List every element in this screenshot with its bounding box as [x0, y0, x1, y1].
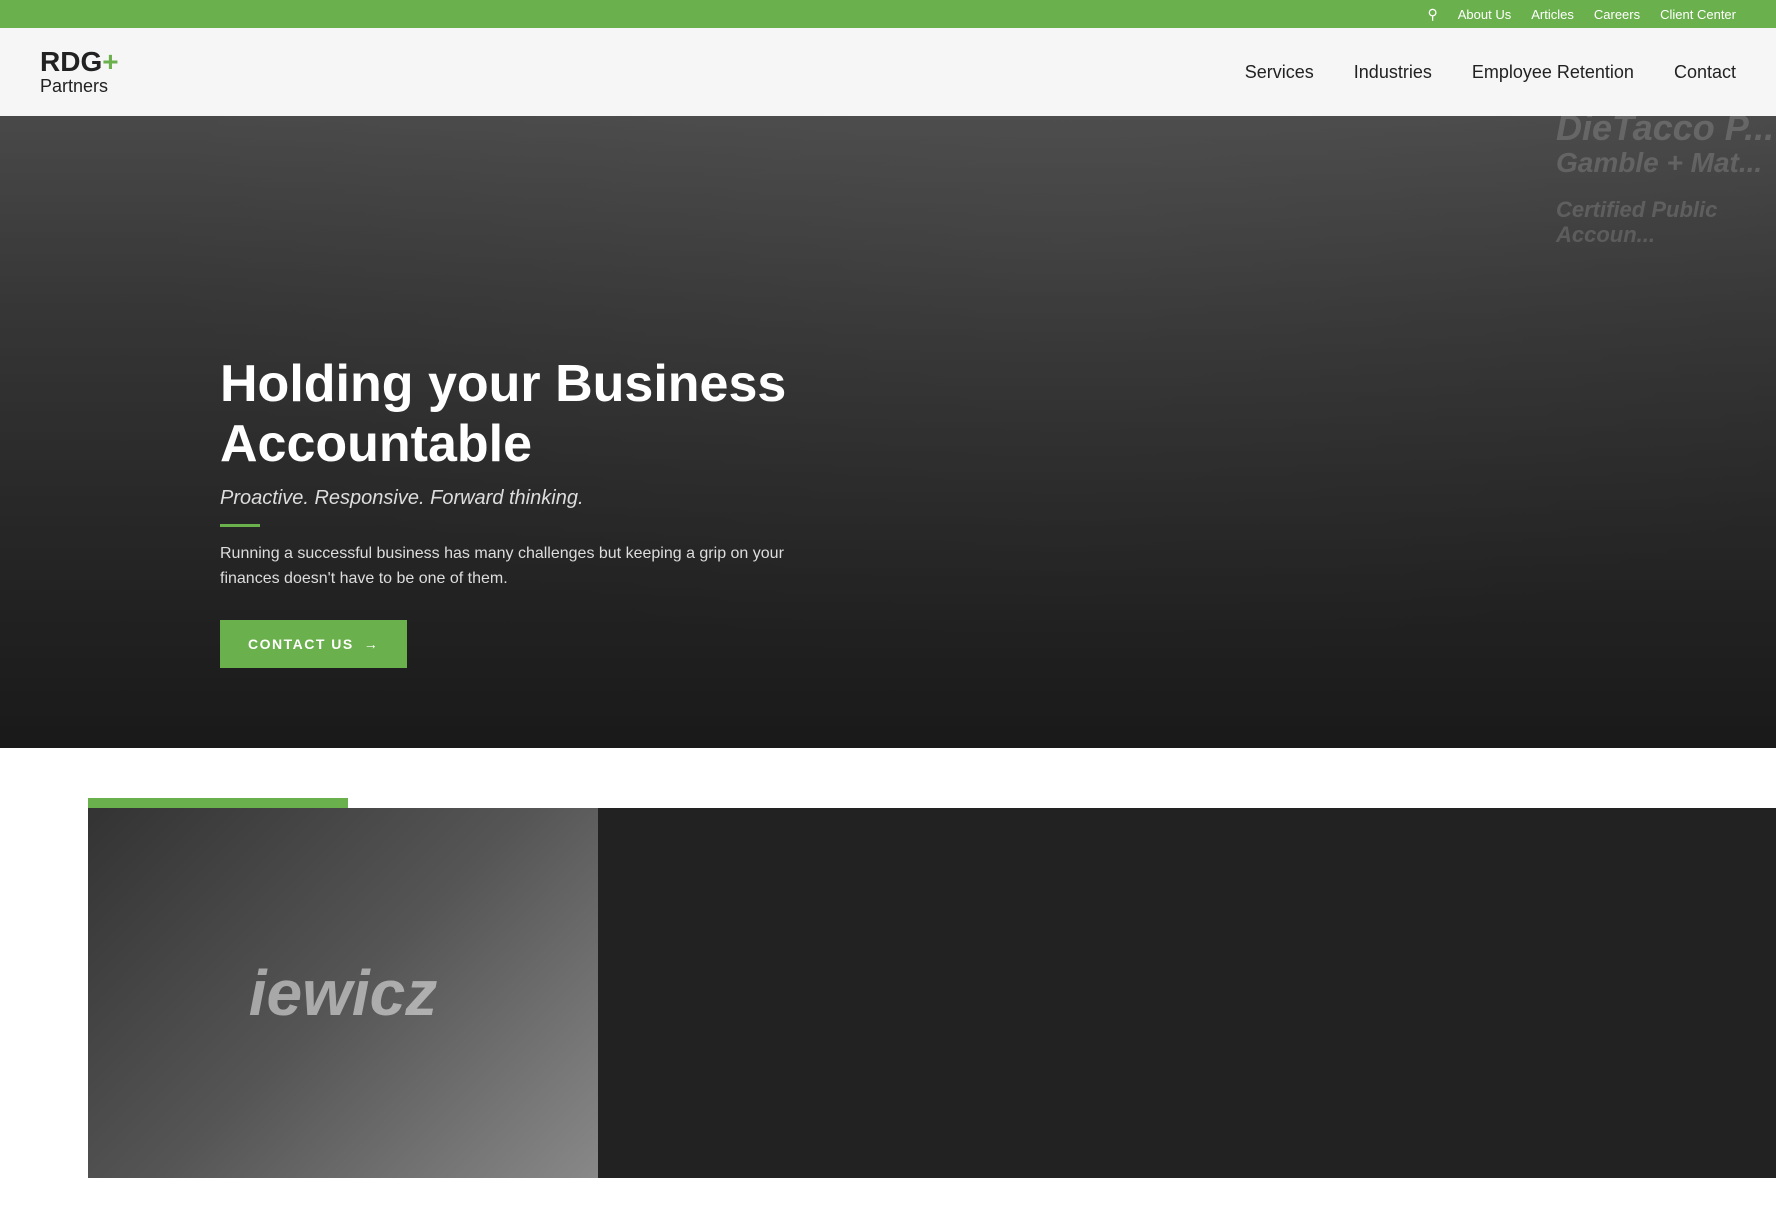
logo-plus: + — [102, 46, 118, 77]
green-accent-bar — [88, 798, 348, 808]
nav-services[interactable]: Services — [1245, 62, 1314, 83]
hero-section: DieTacco P... Gamble + Mat... Certified … — [0, 28, 1776, 748]
nav-industries[interactable]: Industries — [1354, 62, 1432, 83]
main-navbar: RDG+ Partners Services Industries Employ… — [0, 28, 1776, 116]
hero-subtitle: Proactive. Responsive. Forward thinking. — [220, 487, 900, 510]
topbar-careers[interactable]: Careers — [1594, 7, 1640, 22]
contact-us-arrow: → — [364, 636, 380, 652]
hero-title: Holding your Business Accountable — [220, 355, 900, 475]
hero-description: Running a successful business has many c… — [220, 541, 800, 592]
contact-us-label: CONTACT US — [248, 636, 354, 652]
below-image-block: iewicz — [88, 808, 598, 1178]
logo-sub: Partners — [40, 76, 119, 97]
nav-contact[interactable]: Contact — [1674, 62, 1736, 83]
below-hero-section: iewicz — [0, 748, 1776, 1178]
below-hero-inner: iewicz — [0, 808, 1776, 1178]
below-photo: iewicz — [88, 808, 598, 1178]
contact-us-button[interactable]: CONTACT US → — [220, 620, 407, 668]
topbar-articles[interactable]: Articles — [1531, 7, 1574, 22]
top-bar: ⚲ About Us Articles Careers Client Cente… — [0, 0, 1776, 28]
below-photo-text: iewicz — [249, 956, 438, 1030]
logo[interactable]: RDG+ Partners — [40, 48, 119, 97]
logo-text: RDG+ — [40, 48, 119, 76]
topbar-client-center[interactable]: Client Center — [1660, 7, 1736, 22]
search-icon[interactable]: ⚲ — [1428, 6, 1438, 23]
nav-links: Services Industries Employee Retention C… — [1245, 62, 1736, 83]
hero-divider — [220, 524, 260, 527]
topbar-about[interactable]: About Us — [1458, 7, 1511, 22]
nav-employee-retention[interactable]: Employee Retention — [1472, 62, 1634, 83]
below-content — [598, 808, 1776, 1178]
hero-content: Holding your Business Accountable Proact… — [220, 355, 900, 668]
